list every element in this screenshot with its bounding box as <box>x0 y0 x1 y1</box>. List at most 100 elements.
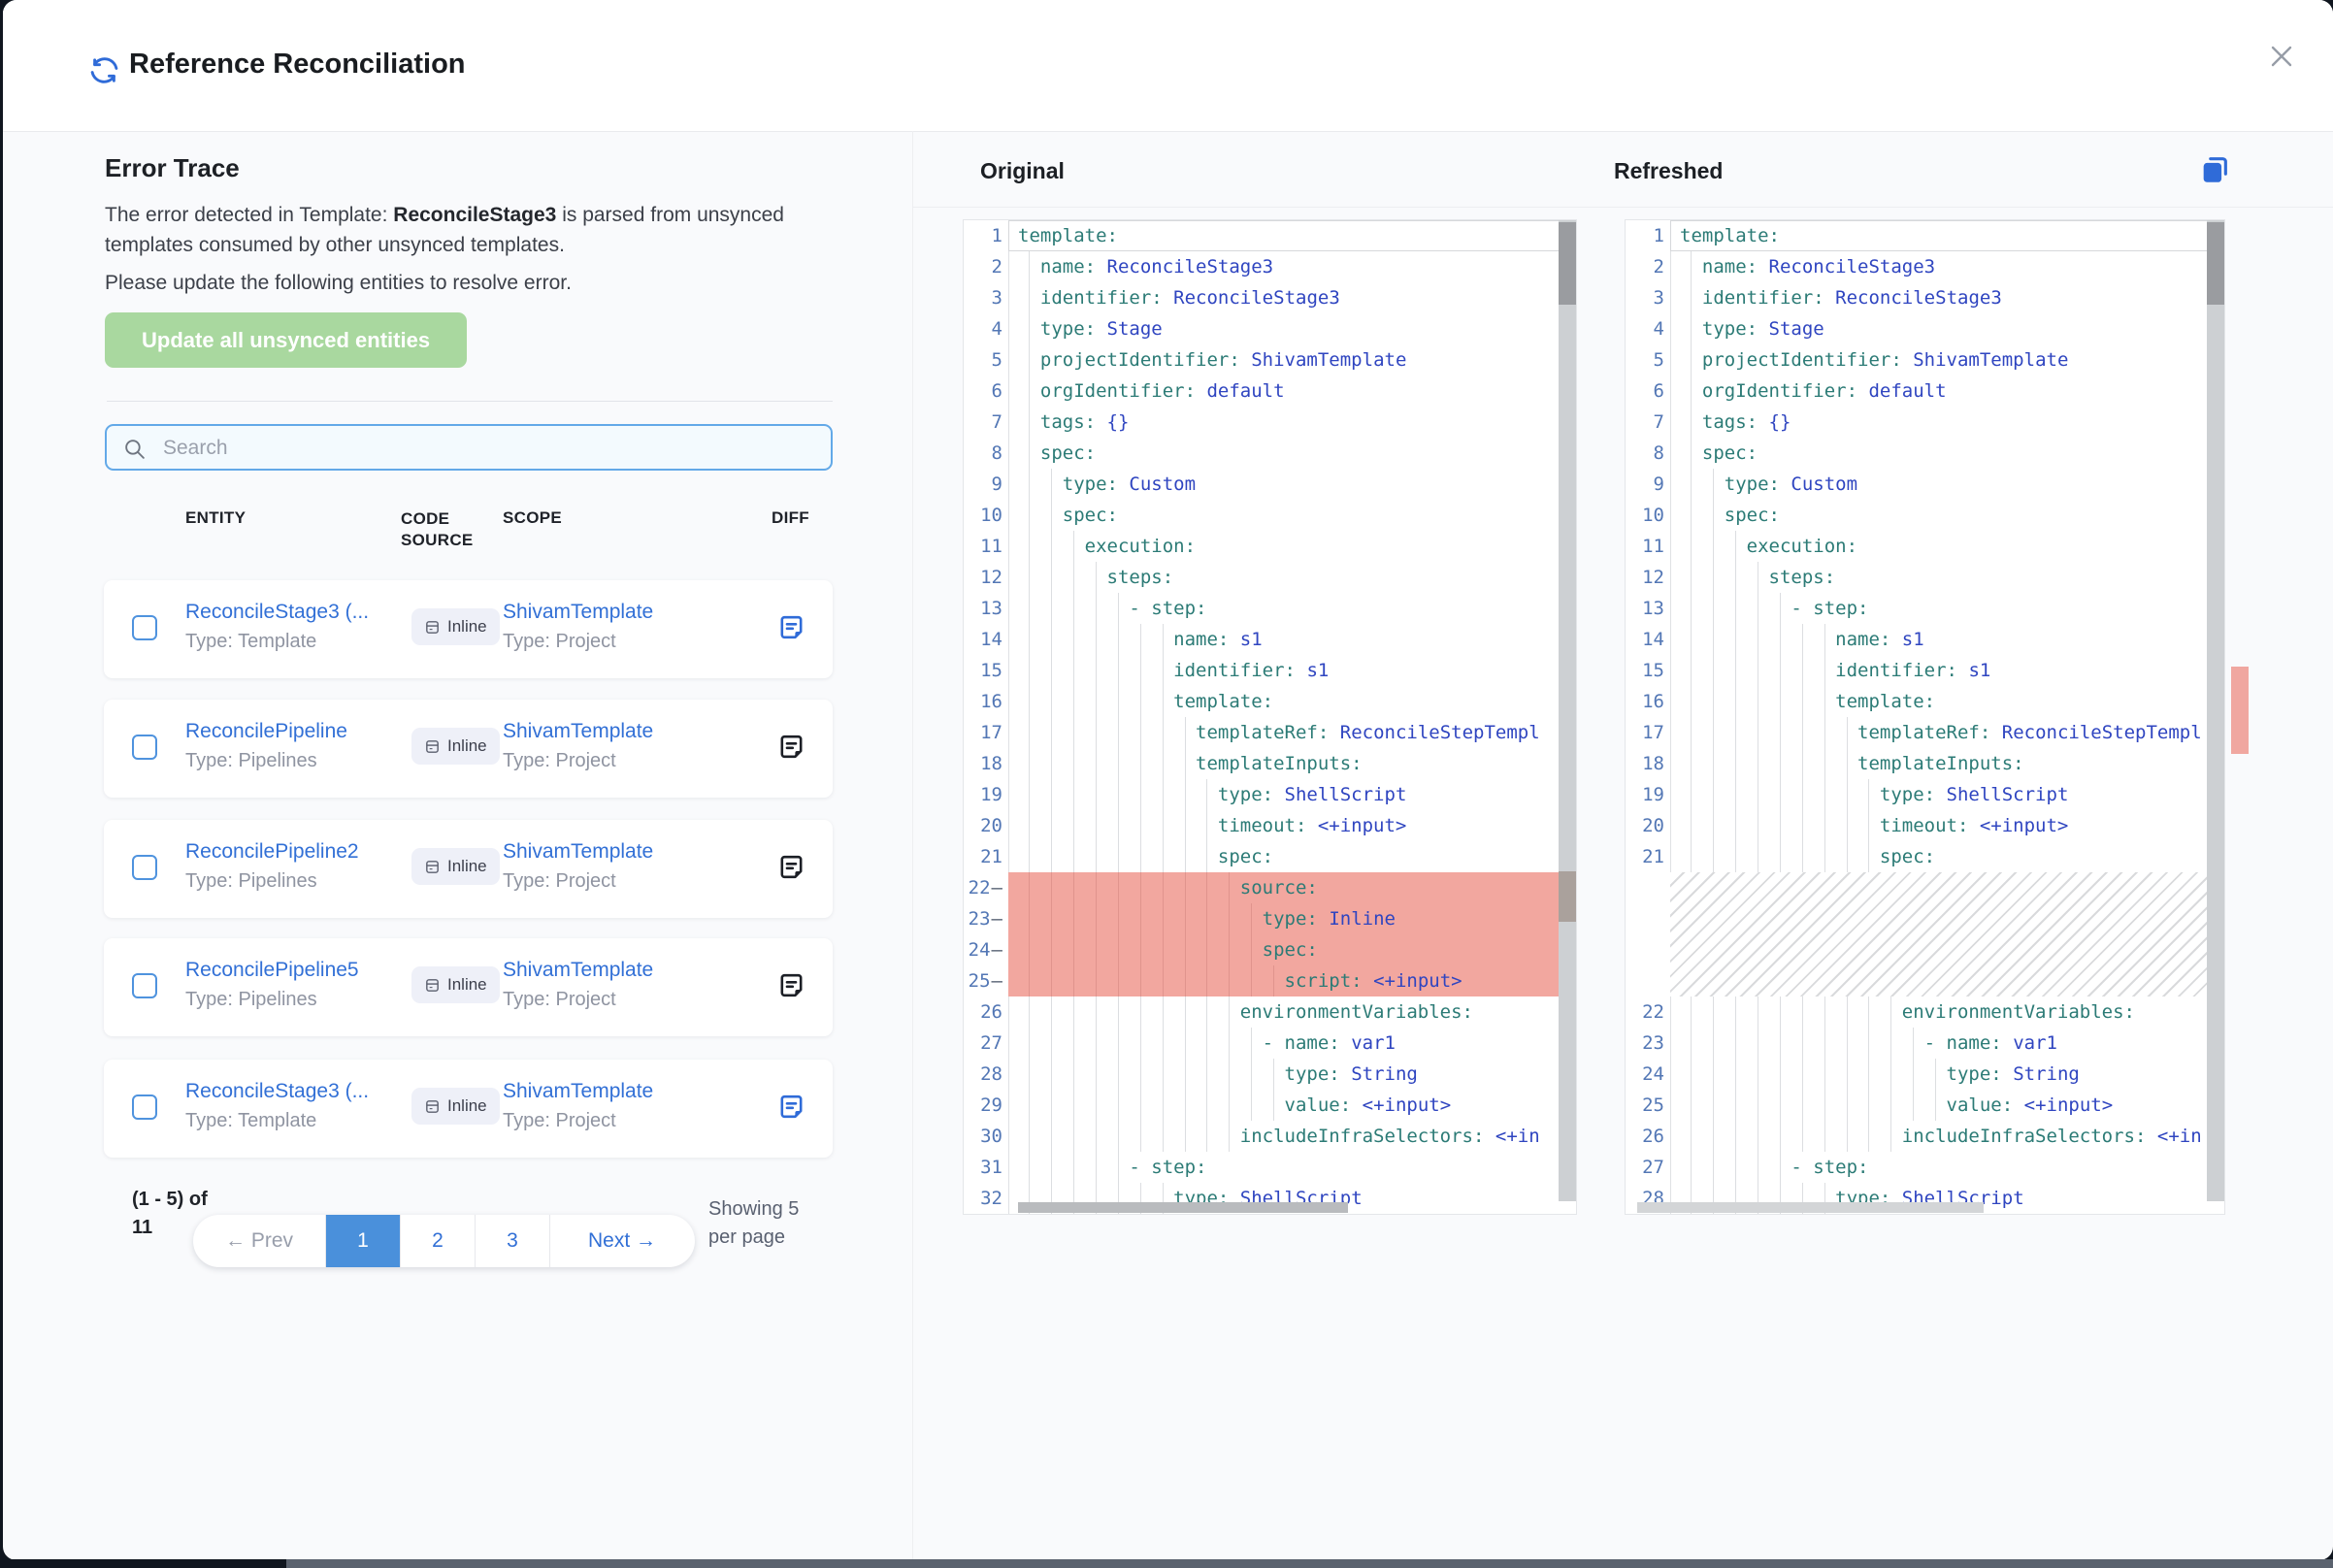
entity-link[interactable]: ReconcilePipeline5 <box>185 959 359 982</box>
code-line: 29 value: <+input> <box>964 1090 1576 1121</box>
entity-link[interactable]: ReconcilePipeline2 <box>185 840 359 864</box>
code-line: 2 name: ReconcileStage3 <box>964 251 1576 282</box>
code-line: 10 spec: <box>1626 500 2224 531</box>
code-line: 20 timeout: <+input> <box>964 810 1576 841</box>
per-page-indicator: Showing 5 per page <box>708 1195 815 1252</box>
page-scrollbar-thumb[interactable] <box>286 1559 2333 1568</box>
scope-type-label: Type: Project <box>503 870 616 893</box>
update-all-unsynced-entities-button[interactable]: Update all unsynced entities <box>105 312 467 368</box>
code-line-removed: 23– type: Inline <box>964 903 1576 934</box>
scope-type-label: Type: Project <box>503 989 616 1011</box>
code-line: 14 name: s1 <box>1626 624 2224 655</box>
code-line: 7 tags: {} <box>964 407 1576 438</box>
inline-store-icon <box>424 738 441 755</box>
close-icon[interactable] <box>2264 39 2299 74</box>
code-line: 9 type: Custom <box>964 469 1576 500</box>
pagination-pager: ← Prev 1 2 3 Next → <box>193 1215 695 1267</box>
inline-store-icon <box>424 1098 441 1115</box>
error-instruction: Please update the following entities to … <box>105 268 784 298</box>
column-header-scope: SCOPE <box>503 508 562 528</box>
vertical-scrollbar-track[interactable] <box>1559 220 1576 1201</box>
code-line: 19 type: ShellScript <box>964 779 1576 810</box>
diff-file-icon[interactable] <box>776 732 806 762</box>
code-line: 28 type: String <box>964 1059 1576 1090</box>
search-icon <box>122 437 147 461</box>
code-line: 10 spec: <box>964 500 1576 531</box>
entity-type-label: Type: Template <box>185 1110 316 1132</box>
code-line: 3 identifier: ReconcileStage3 <box>1626 282 2224 313</box>
code-line: 11 execution: <box>1626 531 2224 562</box>
table-row: ReconcilePipeline2Type: PipelinesInlineS… <box>104 820 833 918</box>
diff-file-icon[interactable] <box>776 1092 806 1122</box>
row-checkbox[interactable] <box>132 1094 157 1120</box>
row-checkbox[interactable] <box>132 615 157 640</box>
code-line: 17 templateRef: ReconcileStepTempl <box>1626 717 2224 748</box>
code-line: 14 name: s1 <box>964 624 1576 655</box>
code-line: 23 - name: var1 <box>1626 1028 2224 1059</box>
scope-link[interactable]: ShivamTemplate <box>503 840 653 864</box>
search-input[interactable] <box>161 430 815 467</box>
vertical-scrollbar-thumb[interactable] <box>1559 222 1576 305</box>
code-line: 12 steps: <box>964 562 1576 593</box>
entity-link[interactable]: ReconcileStage3 (... <box>185 601 369 624</box>
entity-type-label: Type: Template <box>185 631 316 653</box>
horizontal-scrollbar-thumb[interactable] <box>1637 1202 1984 1213</box>
vertical-scrollbar-thumb[interactable] <box>2207 222 2224 305</box>
dialog-title: Reference Reconciliation <box>129 49 466 81</box>
panel-divider <box>912 131 913 1560</box>
diff-file-icon[interactable] <box>776 852 806 882</box>
diff-file-icon[interactable] <box>776 970 806 1000</box>
code-source-label: Inline <box>447 857 487 876</box>
removed-lines-placeholder <box>1626 872 2224 996</box>
code-line: 16 template: <box>964 686 1576 717</box>
entity-type-label: Type: Pipelines <box>185 989 317 1011</box>
code-line: 17 templateRef: ReconcileStepTempl <box>964 717 1576 748</box>
code-line: 22 environmentVariables: <box>1626 996 2224 1028</box>
horizontal-scrollbar-thumb[interactable] <box>1018 1202 1348 1213</box>
original-code-panel[interactable]: 1template:2 name: ReconcileStage33 ident… <box>963 219 1577 1215</box>
error-template-name: ReconcileStage3 <box>393 204 556 226</box>
code-line: 26 includeInfraSelectors: <+in <box>1626 1121 2224 1152</box>
column-header-entity: ENTITY <box>185 508 246 528</box>
diff-change-ruler-marker <box>2231 667 2249 754</box>
code-line: 3 identifier: ReconcileStage3 <box>964 282 1576 313</box>
diff-file-icon[interactable] <box>776 612 806 642</box>
code-line: 24 type: String <box>1626 1059 2224 1090</box>
scope-link[interactable]: ShivamTemplate <box>503 601 653 624</box>
scope-link[interactable]: ShivamTemplate <box>503 720 653 743</box>
row-checkbox[interactable] <box>132 855 157 880</box>
code-line: 21 spec: <box>1626 841 2224 872</box>
row-checkbox[interactable] <box>132 735 157 760</box>
code-line: 18 templateInputs: <box>964 748 1576 779</box>
copy-icon[interactable] <box>2198 153 2231 186</box>
refreshed-code-panel[interactable]: 1template:2 name: ReconcileStage33 ident… <box>1625 219 2225 1215</box>
table-row: ReconcilePipelineType: PipelinesInlineSh… <box>104 700 833 798</box>
inline-store-icon <box>424 977 441 994</box>
code-line-removed: 25– script: <+input> <box>964 965 1576 996</box>
scope-link[interactable]: ShivamTemplate <box>503 959 653 982</box>
entity-link[interactable]: ReconcilePipeline <box>185 720 347 743</box>
column-header-code-source: CODE SOURCE <box>401 508 465 551</box>
code-line: 13 - step: <box>1626 593 2224 624</box>
code-source-badge: Inline <box>411 1088 500 1125</box>
code-line: 11 execution: <box>964 531 1576 562</box>
page-button-3[interactable]: 3 <box>476 1215 550 1267</box>
code-line: 5 projectIdentifier: ShivamTemplate <box>1626 344 2224 376</box>
code-line: 20 timeout: <+input> <box>1626 810 2224 841</box>
code-line: 21 spec: <box>964 841 1576 872</box>
page-button-1[interactable]: 1 <box>326 1215 401 1267</box>
prev-page-button[interactable]: ← Prev <box>193 1215 326 1267</box>
code-source-badge: Inline <box>411 966 500 1003</box>
inline-store-icon <box>424 619 441 636</box>
page-scrollbar-track <box>0 1559 2333 1568</box>
row-checkbox[interactable] <box>132 973 157 998</box>
code-source-label: Inline <box>447 975 487 995</box>
next-page-button[interactable]: Next → <box>550 1215 694 1267</box>
reference-reconciliation-dialog: Reference Reconciliation Error Trace The… <box>3 0 2333 1560</box>
code-line: 4 type: Stage <box>964 313 1576 344</box>
vertical-scrollbar-track[interactable] <box>2207 220 2224 1201</box>
scope-link[interactable]: ShivamTemplate <box>503 1080 653 1103</box>
entity-link[interactable]: ReconcileStage3 (... <box>185 1080 369 1103</box>
scope-type-label: Type: Project <box>503 1110 616 1132</box>
page-button-2[interactable]: 2 <box>401 1215 476 1267</box>
